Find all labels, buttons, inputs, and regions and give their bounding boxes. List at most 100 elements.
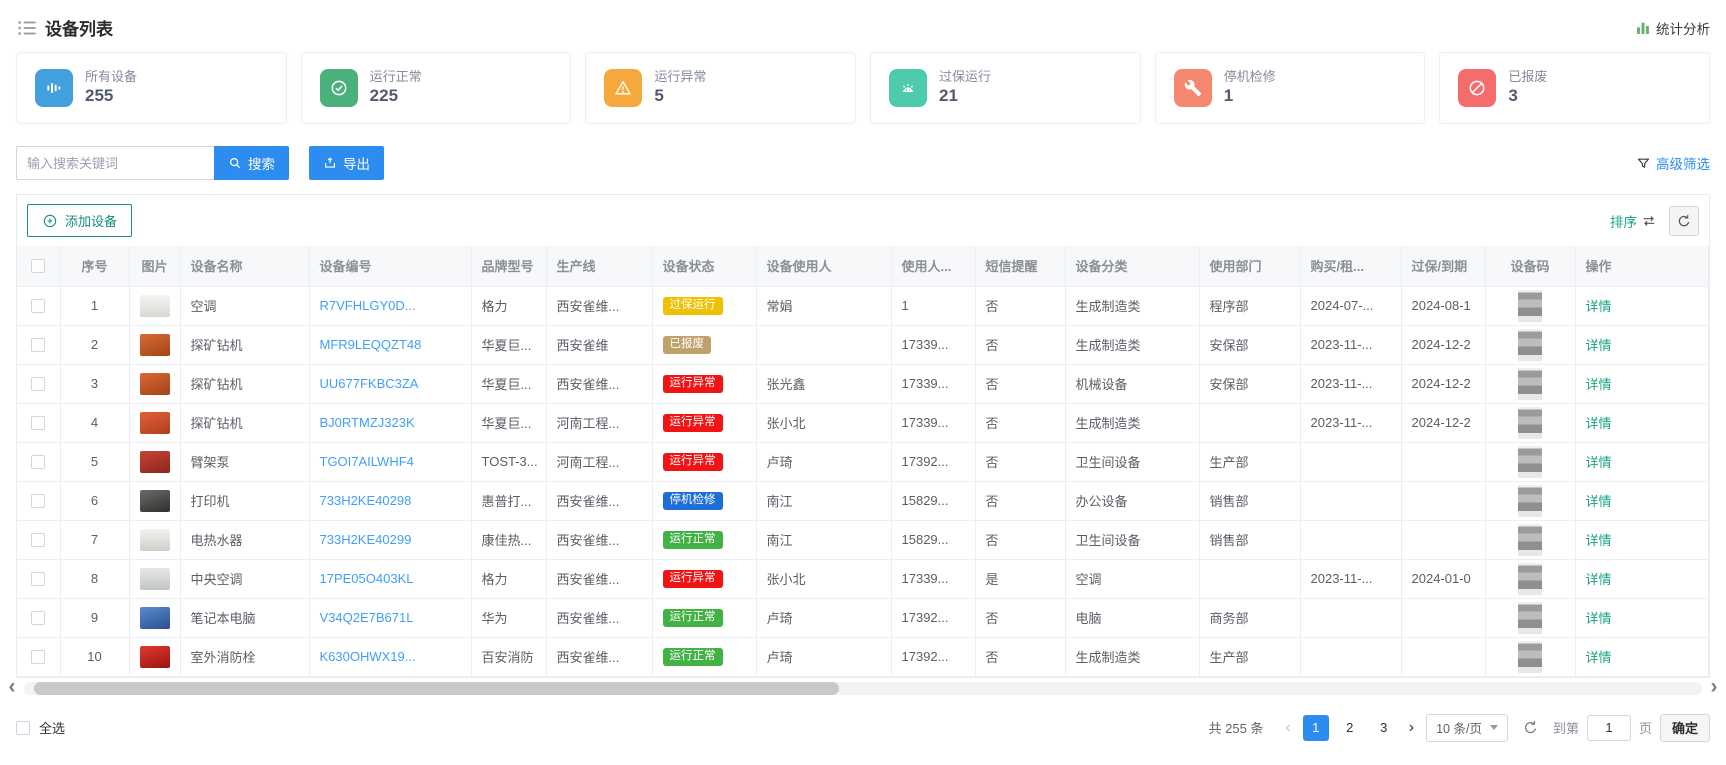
device-name: 中央空调 — [180, 559, 309, 598]
sms-remind: 否 — [975, 403, 1065, 442]
device-brand: 格力 — [471, 559, 546, 598]
device-brand: 康佳热... — [471, 520, 546, 559]
status-badge: 停机检修 — [663, 492, 723, 510]
production-line: 西安雀维... — [546, 520, 652, 559]
footer-refresh-button[interactable] — [1522, 719, 1539, 736]
detail-link[interactable]: 详情 — [1586, 338, 1612, 353]
sms-remind: 是 — [975, 559, 1065, 598]
device-image — [140, 607, 170, 629]
detail-link[interactable]: 详情 — [1586, 572, 1612, 587]
detail-link[interactable]: 详情 — [1586, 650, 1612, 665]
siren-icon — [889, 69, 927, 107]
row-checkbox[interactable] — [31, 299, 45, 313]
card-warranty-expired[interactable]: 过保运行 21 — [870, 52, 1141, 124]
card-running-error[interactable]: 运行异常 5 — [585, 52, 856, 124]
sms-remind: 否 — [975, 598, 1065, 637]
card-scrapped[interactable]: 已报废 3 — [1439, 52, 1710, 124]
device-user: 卢琦 — [756, 598, 891, 637]
device-code-link[interactable]: R7VFHLGY0D... — [320, 298, 416, 313]
select-all-checkbox[interactable] — [16, 721, 30, 735]
scrollbar-track[interactable] — [24, 682, 1702, 695]
device-code-link[interactable]: 733H2KE40298 — [320, 493, 412, 508]
page-button[interactable]: 1 — [1303, 715, 1329, 741]
expire-date: 2024-01-0 — [1401, 559, 1485, 598]
scroll-right-chevron-icon[interactable]: › — [1704, 677, 1724, 697]
equipment-table: 序号 图片 设备名称 设备编号 品牌型号 生产线 设备状态 设备使用人 使用人.… — [17, 246, 1709, 677]
device-qrcode-image — [1518, 290, 1542, 322]
goto-page-input[interactable] — [1587, 715, 1631, 741]
sort-button[interactable]: 排序 — [1610, 211, 1657, 231]
export-button[interactable]: 导出 — [309, 146, 384, 180]
device-image — [140, 490, 170, 512]
stats-analysis-link[interactable]: 统计分析 — [1635, 18, 1710, 38]
next-page-chevron-icon[interactable]: › — [1405, 719, 1418, 737]
detail-link[interactable]: 详情 — [1586, 299, 1612, 314]
detail-link[interactable]: 详情 — [1586, 611, 1612, 626]
detail-link[interactable]: 详情 — [1586, 533, 1612, 548]
row-index: 9 — [60, 598, 129, 637]
select-all-header-checkbox[interactable] — [31, 259, 45, 273]
search-input[interactable] — [16, 146, 214, 180]
row-checkbox[interactable] — [31, 650, 45, 664]
device-qrcode-image — [1518, 329, 1542, 361]
detail-link[interactable]: 详情 — [1586, 494, 1612, 509]
row-checkbox[interactable] — [31, 494, 45, 508]
table-row: 10 室外消防栓 K630OHWX19... 百安消防 西安雀维... 运行正常… — [17, 637, 1709, 676]
device-code-link[interactable]: K630OHWX19... — [320, 649, 416, 664]
purchase-date: 2023-11-... — [1300, 325, 1401, 364]
device-category: 生成制造类 — [1065, 637, 1199, 676]
device-name: 室外消防栓 — [180, 637, 309, 676]
status-badge: 运行正常 — [663, 648, 723, 666]
export-button-label: 导出 — [343, 153, 370, 173]
page-button[interactable]: 2 — [1337, 715, 1363, 741]
status-badge: 过保运行 — [663, 297, 723, 315]
card-all-devices[interactable]: 所有设备 255 — [16, 52, 287, 124]
device-qrcode-image — [1518, 446, 1542, 478]
row-checkbox[interactable] — [31, 377, 45, 391]
select-all-group: 全选 — [16, 718, 65, 737]
table-row: 6 打印机 733H2KE40298 惠普打... 西安雀维... 停机检修 南… — [17, 481, 1709, 520]
device-code-link[interactable]: MFR9LEQQZT48 — [320, 337, 422, 352]
card-maintenance[interactable]: 停机检修 1 — [1155, 52, 1426, 124]
user-phone: 17339... — [891, 559, 975, 598]
advanced-filter-link[interactable]: 高级筛选 — [1636, 153, 1710, 173]
device-code-link[interactable]: UU677FKBC3ZA — [320, 376, 419, 391]
sms-remind: 否 — [975, 481, 1065, 520]
detail-link[interactable]: 详情 — [1586, 377, 1612, 392]
device-code-link[interactable]: V34Q2E7B671L — [320, 610, 414, 625]
device-category: 卫生间设备 — [1065, 520, 1199, 559]
prev-page-chevron-icon[interactable]: ‹ — [1281, 719, 1294, 737]
device-code-link[interactable]: 733H2KE40299 — [320, 532, 412, 547]
page-button[interactable]: 3 — [1371, 715, 1397, 741]
row-checkbox[interactable] — [31, 533, 45, 547]
row-checkbox[interactable] — [31, 416, 45, 430]
device-user: 南江 — [756, 520, 891, 559]
device-code-link[interactable]: TGOI7AILWHF4 — [320, 454, 414, 469]
detail-link[interactable]: 详情 — [1586, 455, 1612, 470]
row-index: 1 — [60, 286, 129, 325]
col-department: 使用部门 — [1199, 246, 1300, 286]
search-button[interactable]: 搜索 — [214, 146, 289, 180]
col-purchase-date: 购买/租... — [1300, 246, 1401, 286]
device-brand: 华夏巨... — [471, 403, 546, 442]
device-code-link[interactable]: BJ0RTMZJ323K — [320, 415, 415, 430]
add-device-button[interactable]: 添加设备 — [27, 204, 132, 237]
device-brand: 华夏巨... — [471, 364, 546, 403]
page-size-select[interactable]: 10 条/页 — [1426, 714, 1508, 742]
scrollbar-thumb[interactable] — [34, 682, 839, 695]
confirm-button[interactable]: 确定 — [1660, 714, 1710, 742]
col-name: 设备名称 — [180, 246, 309, 286]
detail-link[interactable]: 详情 — [1586, 416, 1612, 431]
device-code-link[interactable]: 17PE05O403KL — [320, 571, 414, 586]
scroll-left-chevron-icon[interactable]: ‹ — [2, 677, 22, 697]
card-running-normal[interactable]: 运行正常 225 — [301, 52, 572, 124]
row-checkbox[interactable] — [31, 611, 45, 625]
table-refresh-button[interactable] — [1669, 206, 1699, 236]
row-checkbox[interactable] — [31, 338, 45, 352]
table-row: 4 探矿钻机 BJ0RTMZJ323K 华夏巨... 河南工程... 运行异常 … — [17, 403, 1709, 442]
col-user: 设备使用人 — [756, 246, 891, 286]
device-category: 生成制造类 — [1065, 403, 1199, 442]
row-checkbox[interactable] — [31, 455, 45, 469]
row-checkbox[interactable] — [31, 572, 45, 586]
caret-down-icon — [1490, 725, 1498, 730]
